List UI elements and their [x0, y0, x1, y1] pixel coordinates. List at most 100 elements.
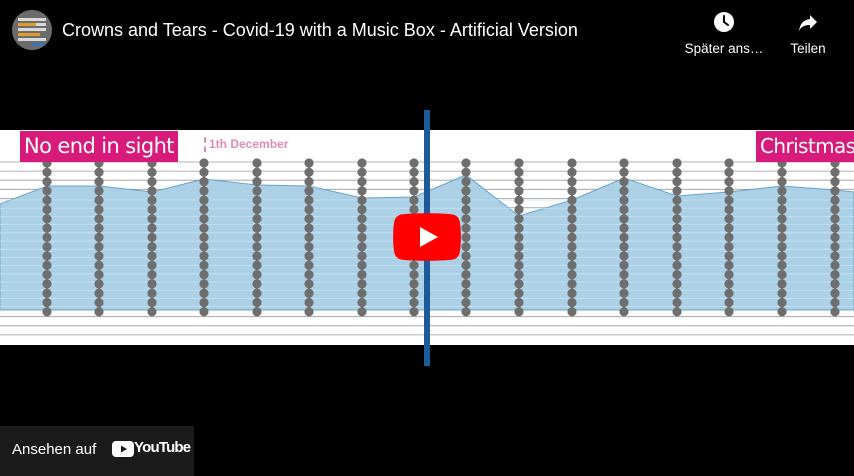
pin-dot: [514, 204, 524, 215]
youtube-logo-icon: [112, 441, 134, 457]
share-button[interactable]: Teilen: [778, 10, 838, 56]
pin-dot: [672, 177, 682, 187]
pin-dot: [304, 158, 314, 168]
pin-dot: [724, 270, 734, 280]
pin-dot: [724, 279, 734, 289]
pin-dot: [514, 158, 524, 168]
pin-dot: [252, 186, 262, 196]
pin-dot: [777, 223, 787, 233]
pin-dot: [619, 158, 629, 168]
pin-dot: [514, 307, 524, 317]
pin-dot: [409, 288, 419, 298]
pin-dot: [147, 223, 157, 233]
pin-dot: [94, 288, 104, 298]
play-button[interactable]: [393, 213, 461, 261]
pin-dot: [304, 177, 314, 187]
pin-dot: [304, 260, 314, 270]
pin-dot: [252, 223, 262, 233]
watch-on-youtube-button[interactable]: Ansehen auf YouTube: [0, 426, 194, 476]
pin-dot: [777, 251, 787, 261]
pin-dot: [619, 214, 629, 224]
pin-dot: [94, 279, 104, 289]
pin-dot: [42, 232, 52, 242]
pin-dot: [724, 242, 734, 252]
pin-dot: [777, 288, 787, 298]
pin-dot: [514, 260, 524, 270]
pin-dot: [199, 307, 209, 317]
pin-dot: [672, 214, 682, 224]
pin-dot: [42, 279, 52, 289]
pin-dot: [357, 242, 367, 252]
pin-dot: [672, 270, 682, 280]
pin-dot: [199, 223, 209, 233]
pin-dot: [42, 186, 52, 196]
pin-dot: [724, 297, 734, 308]
pin-dot: [147, 167, 157, 177]
pin-dot: [357, 279, 367, 289]
pin-dot: [357, 288, 367, 298]
pin-dot: [409, 260, 419, 270]
pin-dot: [252, 307, 262, 317]
pin-dot: [94, 167, 104, 177]
pin-dot: [94, 204, 104, 215]
pin-dot: [777, 232, 787, 242]
pin-dot: [461, 223, 471, 233]
pin-dot: [567, 223, 577, 233]
pin-dot: [409, 195, 419, 205]
pin-dot: [252, 167, 262, 177]
pin-dot: [42, 195, 52, 205]
player-top-bar: Crowns and Tears - Covid-19 with a Music…: [0, 0, 854, 64]
pin-dot: [619, 242, 629, 252]
pin-dot: [724, 232, 734, 242]
pin-dot: [147, 279, 157, 289]
pin-dot: [777, 297, 787, 308]
pin-dot: [42, 204, 52, 215]
banner-no-end-in-sight: No end in sight: [20, 131, 178, 162]
pin-dot: [409, 270, 419, 280]
pin-dot: [199, 279, 209, 289]
pin-dot: [830, 260, 840, 270]
pin-dot: [567, 167, 577, 177]
pin-dot: [777, 195, 787, 205]
pin-dot: [619, 288, 629, 298]
pin-dot: [147, 297, 157, 308]
pin-dot: [199, 270, 209, 280]
pin-dot: [42, 260, 52, 270]
banner-christmas: Christmas is: [756, 131, 854, 162]
pin-dot: [830, 288, 840, 298]
pin-dot: [830, 270, 840, 280]
watch-later-button[interactable]: Später ans…: [680, 10, 768, 56]
pin-dot: [304, 195, 314, 205]
pin-dot: [357, 204, 367, 215]
pin-dot: [409, 279, 419, 289]
pin-dot: [461, 270, 471, 280]
pin-dot: [724, 223, 734, 233]
pin-dot: [357, 214, 367, 224]
pin-dot: [514, 186, 524, 196]
pin-dot: [409, 158, 419, 168]
pin-dot: [147, 260, 157, 270]
pin-dot: [461, 232, 471, 242]
pin-dot: [357, 297, 367, 308]
pin-dot: [199, 177, 209, 187]
pin-dot: [514, 270, 524, 280]
pin-dot: [304, 223, 314, 233]
pin-dot: [461, 242, 471, 252]
pin-dot: [461, 307, 471, 317]
pin-dot: [514, 177, 524, 187]
pin-dot: [357, 270, 367, 280]
pin-dot: [252, 177, 262, 187]
pin-dot: [514, 167, 524, 177]
pin-dot: [672, 288, 682, 298]
video-title[interactable]: Crowns and Tears - Covid-19 with a Music…: [62, 19, 578, 41]
pin-dot: [461, 251, 471, 261]
pin-dot: [724, 158, 734, 168]
share-label: Teilen: [790, 41, 826, 56]
share-arrow-icon: [799, 15, 817, 31]
pin-dot: [199, 297, 209, 308]
pin-dot: [777, 177, 787, 187]
channel-avatar[interactable]: [12, 10, 52, 50]
pin-dot: [147, 251, 157, 261]
pin-dot: [42, 242, 52, 252]
pin-dot: [830, 177, 840, 187]
